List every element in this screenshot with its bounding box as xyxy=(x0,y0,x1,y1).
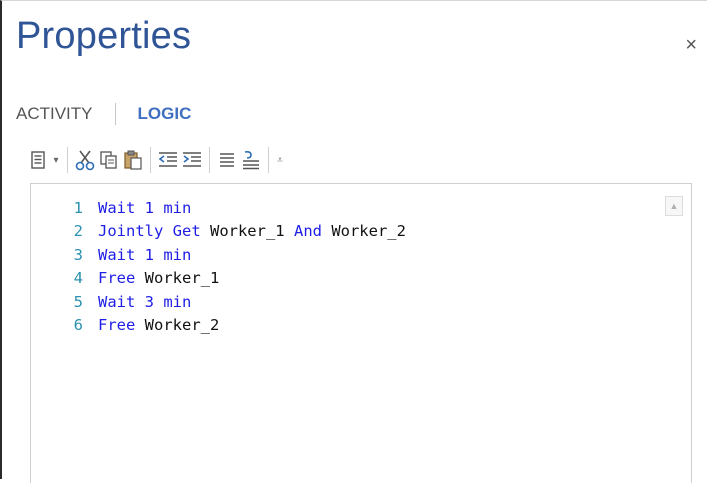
outdent-icon[interactable] xyxy=(156,147,180,173)
copy-icon[interactable] xyxy=(97,147,121,173)
close-icon[interactable]: × xyxy=(685,35,697,55)
identifier-token: Worker_2 xyxy=(331,222,406,241)
editor-toolbar: ▾ ⩡ xyxy=(26,143,286,177)
document-dropdown-icon[interactable] xyxy=(26,147,50,173)
tab-logic[interactable]: LOGIC xyxy=(138,104,192,124)
toolbar-divider xyxy=(268,147,269,173)
line-number: 6 xyxy=(73,316,83,335)
toolbar-divider xyxy=(209,147,210,173)
keyword-token: And xyxy=(293,222,332,241)
line-number: 3 xyxy=(73,245,83,264)
code-line[interactable]: 5 Wait 3 min xyxy=(31,290,406,314)
chevron-down-icon[interactable]: ▾ xyxy=(50,147,62,173)
identifier-token: Worker_1 xyxy=(209,222,294,241)
cut-icon[interactable] xyxy=(73,147,97,173)
line-number: 1 xyxy=(73,198,83,217)
toolbar-divider xyxy=(67,147,68,173)
code-line[interactable]: 3 Wait 1 min xyxy=(31,243,406,267)
code-text: Free Worker_2 xyxy=(83,316,219,334)
keyword-token: Wait 3 min xyxy=(98,292,192,311)
code-line[interactable]: 4 Free Worker_1 xyxy=(31,267,406,291)
line-number: 4 xyxy=(73,269,83,288)
keyword-token: Free xyxy=(98,316,145,335)
code-text: Wait 3 min xyxy=(83,293,191,311)
tab-divider xyxy=(114,103,116,125)
code-line[interactable]: 2 Jointly Get Worker_1 And Worker_2 xyxy=(31,220,406,244)
line-number: 5 xyxy=(73,292,83,311)
identifier-token: Worker_1 xyxy=(144,269,220,288)
code-lines: 1 Wait 1 min 2 Jointly Get Worker_1 And Wor… xyxy=(31,196,406,337)
panel-title: Properties xyxy=(16,15,192,57)
code-text: Jointly Get Worker_1 And Worker_2 xyxy=(83,222,406,240)
code-line[interactable]: 6 Free Worker_2 xyxy=(31,314,406,338)
keyword-token: Wait 1 min xyxy=(98,198,192,217)
properties-panel: Properties × ACTIVITY LOGIC ▾ ⩡ 1 Wait 1… xyxy=(0,0,707,483)
scroll-up-icon[interactable]: ▲ xyxy=(665,196,683,216)
align-icon[interactable] xyxy=(215,147,239,173)
keyword-token: Wait 1 min xyxy=(98,245,192,264)
toolbar-divider xyxy=(150,147,151,173)
line-number: 2 xyxy=(73,222,83,241)
keyword-token: Free xyxy=(98,269,145,288)
keyword-token: Jointly Get xyxy=(98,222,210,241)
paste-icon[interactable] xyxy=(121,147,145,173)
tab-activity[interactable]: ACTIVITY xyxy=(16,104,93,124)
code-text: Free Worker_1 xyxy=(83,269,219,287)
code-text: Wait 1 min xyxy=(83,246,191,264)
overflow-icon[interactable]: ⩡ xyxy=(274,147,286,173)
indent-icon[interactable] xyxy=(180,147,204,173)
tab-bar: ACTIVITY LOGIC xyxy=(16,103,191,125)
comment-icon[interactable] xyxy=(239,147,263,173)
code-editor[interactable]: 1 Wait 1 min 2 Jointly Get Worker_1 And Wor… xyxy=(30,183,692,483)
code-text: Wait 1 min xyxy=(83,199,191,217)
identifier-token: Worker_2 xyxy=(144,316,220,335)
code-line[interactable]: 1 Wait 1 min xyxy=(31,196,406,220)
